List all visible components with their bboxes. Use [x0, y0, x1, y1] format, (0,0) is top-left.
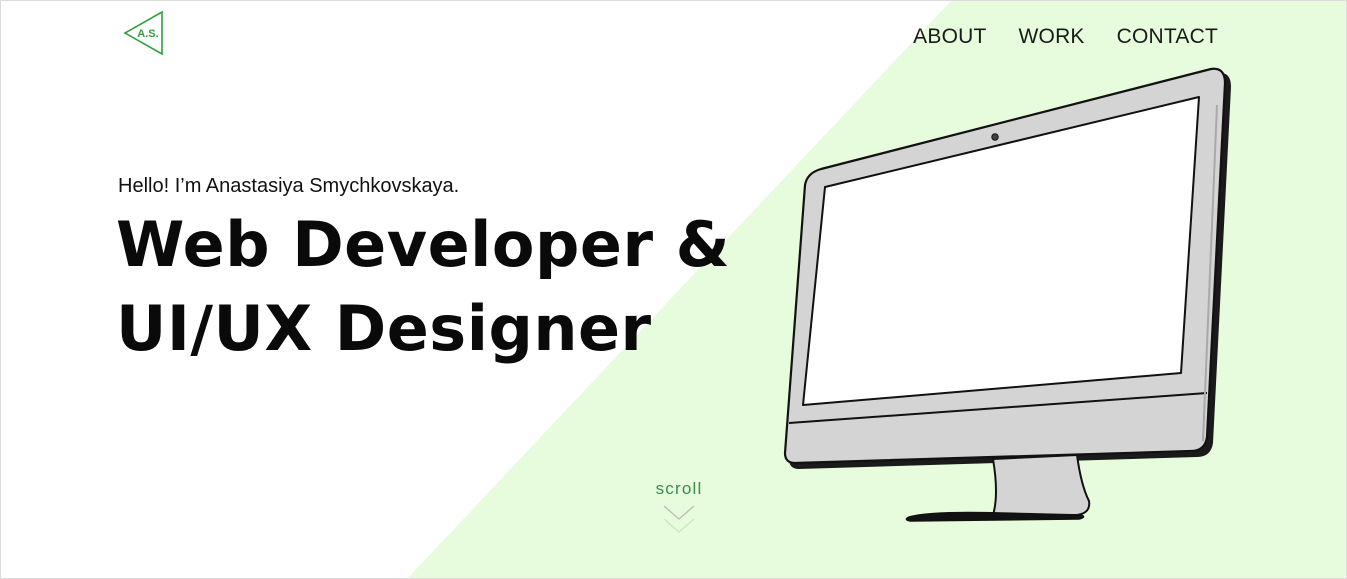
scroll-label: scroll: [655, 479, 703, 498]
chevron-down-icon: [663, 505, 695, 533]
headline-line-2: UI/UX Designer: [116, 292, 652, 365]
nav-item-work[interactable]: WORK: [1019, 25, 1085, 49]
page-frame: A.S. ABOUT WORK CONTACT Hello! I’m Anast…: [0, 0, 1347, 579]
logo[interactable]: A.S.: [121, 9, 167, 57]
headline-line-1: Web Developer &: [116, 208, 731, 281]
hero-headline: Web Developer & UI/UX Designer: [116, 203, 730, 371]
hero-greeting: Hello! I’m Anastasiya Smychkovskaya.: [118, 175, 460, 197]
logo-text: A.S.: [137, 28, 158, 40]
scroll-indicator[interactable]: scroll: [641, 479, 717, 537]
nav-item-about[interactable]: ABOUT: [913, 25, 986, 49]
nav-item-contact[interactable]: CONTACT: [1117, 25, 1218, 49]
monitor-illustration: [783, 67, 1231, 522]
main-nav: ABOUT WORK CONTACT: [881, 25, 1218, 49]
